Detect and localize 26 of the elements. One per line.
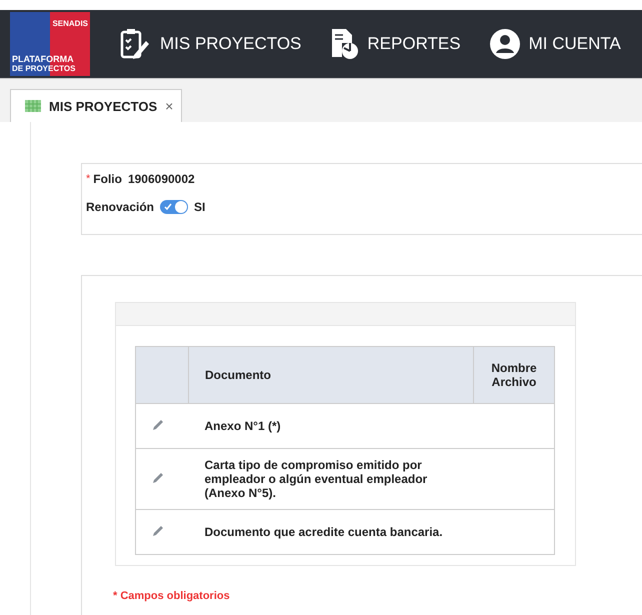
nav-link[interactable]: MI CUENTA: [488, 28, 621, 60]
field-label: Folio: [93, 172, 122, 186]
report-icon: [329, 27, 360, 61]
column-header: Nombre Archivo: [491, 361, 537, 389]
tab[interactable]: MIS PROYECTOS ×: [10, 89, 182, 122]
checklist-icon: [118, 27, 152, 61]
pencil-icon[interactable]: [152, 472, 164, 484]
nav-link[interactable]: MIS PROYECTOS: [118, 27, 302, 61]
user-icon: [488, 28, 521, 60]
table-cell-text: Anexo N°1 (*): [204, 419, 282, 433]
close-icon[interactable]: ×: [165, 98, 174, 114]
toggle-value: SI: [194, 200, 206, 214]
required-fields-note: * Campos obligatorios: [113, 590, 231, 602]
check-icon: [164, 203, 172, 211]
pencil-icon[interactable]: [152, 524, 164, 536]
table-icon: [25, 100, 41, 112]
field-label: Renovación: [86, 200, 154, 214]
table-cell-text: Carta tipo de compromiso emitido por empleador o algún eventual empleador (Anexo N°5).: [204, 458, 428, 500]
pencil-icon[interactable]: [152, 418, 164, 430]
column-header: Documento: [205, 368, 272, 382]
toggle-switch[interactable]: [160, 200, 188, 214]
required-mark: *: [86, 173, 90, 185]
logo-text: SENADIS: [51, 19, 88, 28]
table-cell-text: Documento que acredite cuenta bancaria.: [204, 525, 444, 539]
field-value: 1906090002: [128, 172, 195, 186]
nav-link[interactable]: REPORTES: [329, 27, 461, 61]
